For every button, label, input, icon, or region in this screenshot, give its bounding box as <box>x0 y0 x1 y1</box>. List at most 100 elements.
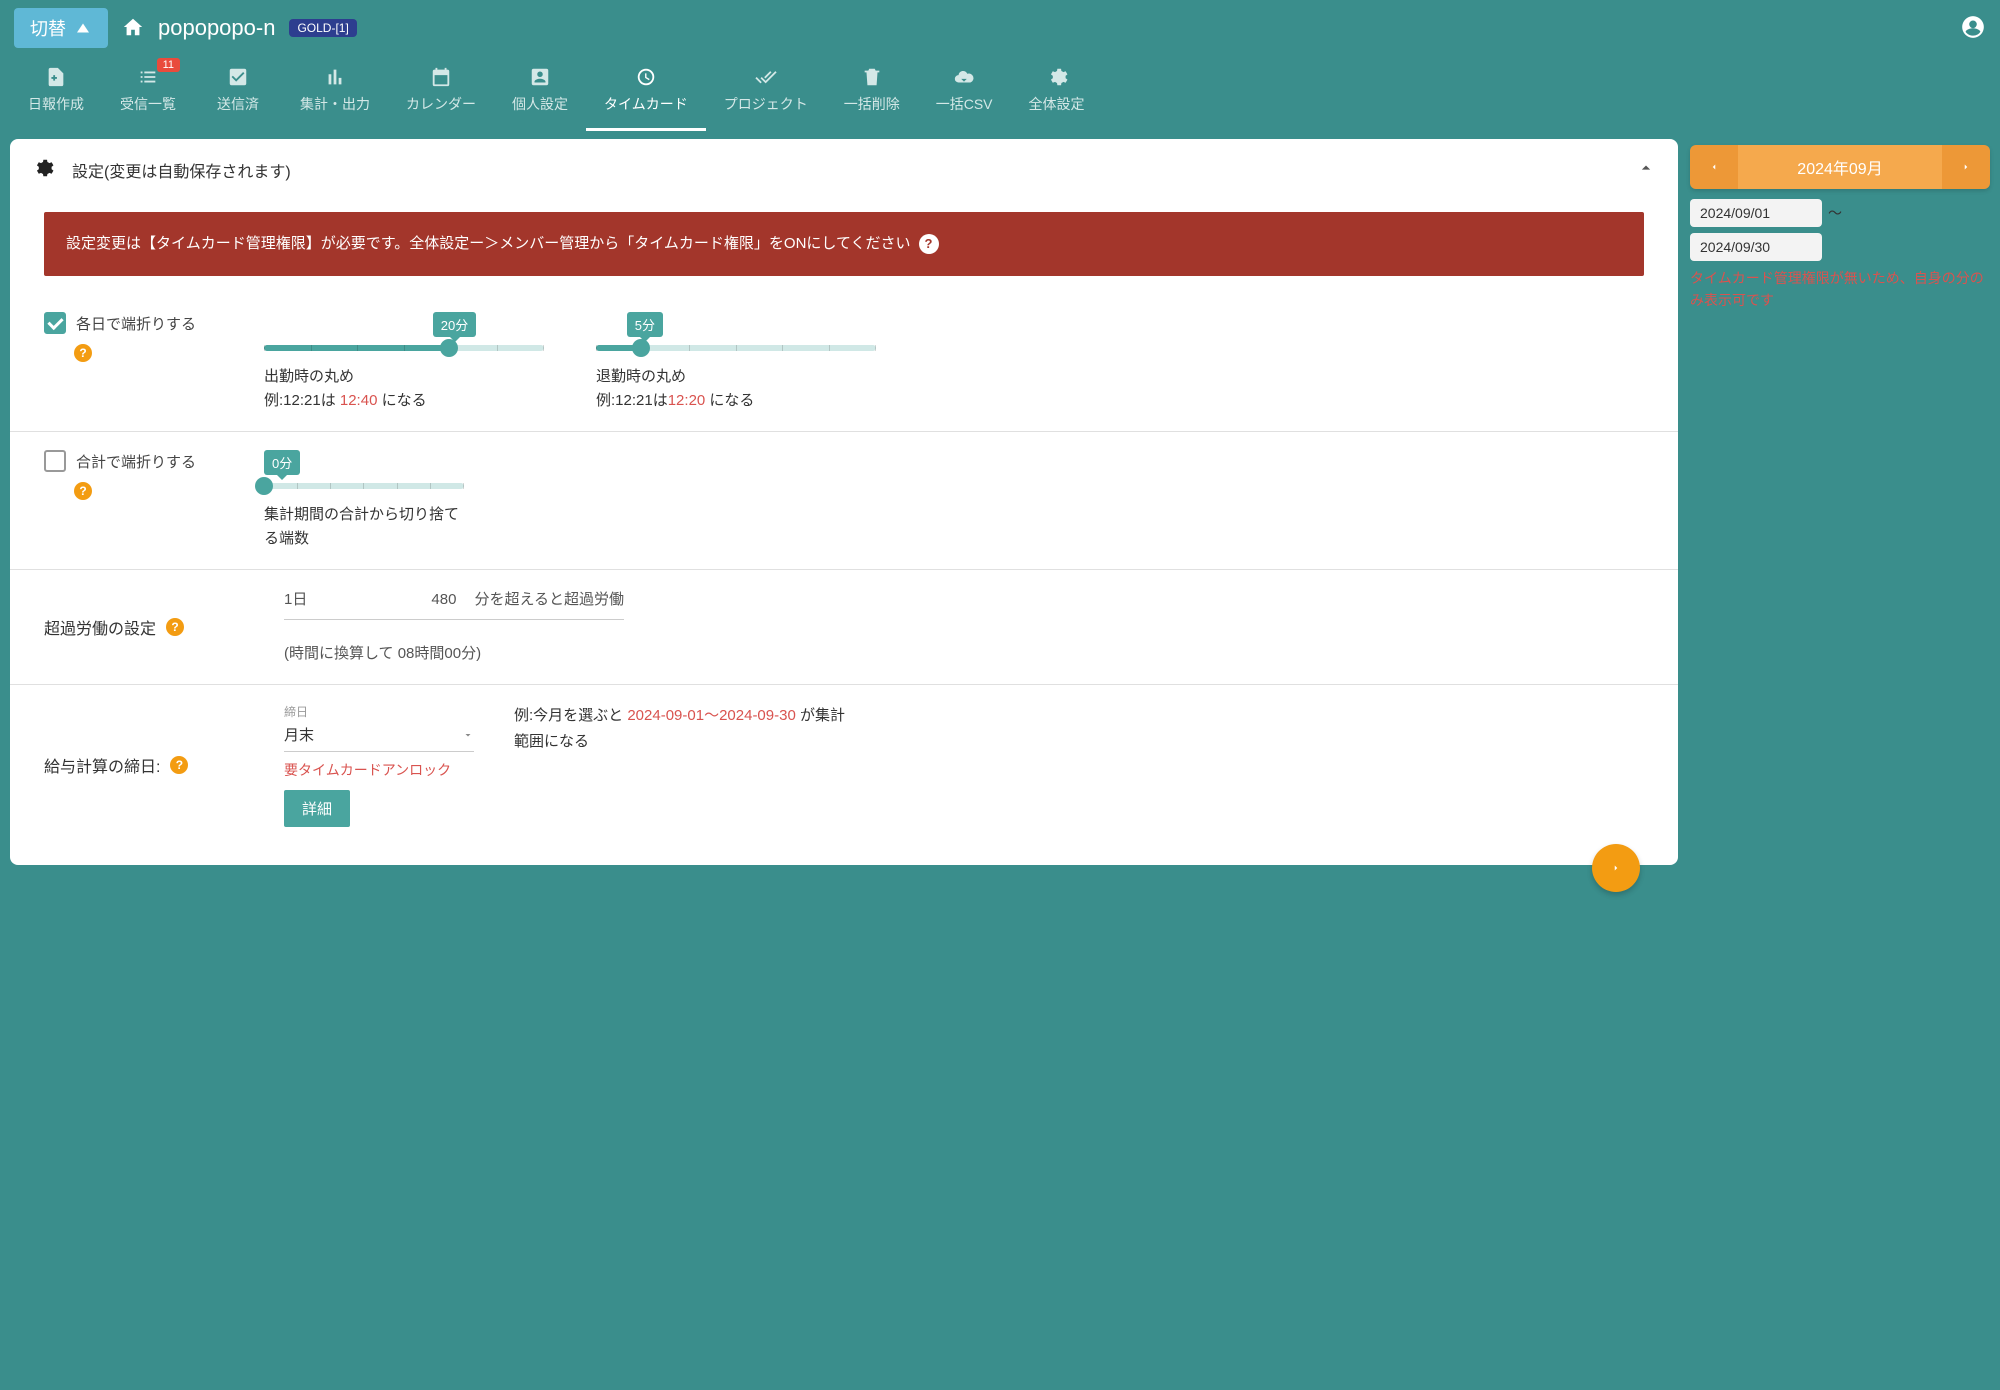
file-plus-icon <box>45 66 67 88</box>
gold-badge: GOLD-[1] <box>289 19 356 37</box>
overtime-unit[interactable]: 1日 <box>284 588 307 609</box>
cutoff-unlock-warning: 要タイムカードアンロック <box>284 760 474 780</box>
card-header: 設定(変更は自動保存されます) <box>10 139 1678 188</box>
slider-title: 退勤時の丸め <box>596 365 876 389</box>
list-icon <box>137 66 159 88</box>
trash-icon <box>861 66 883 88</box>
slider-clock-out: 5分 退勤時の丸め 例:12:21は12:20 になる <box>596 312 876 413</box>
cloud-download-icon <box>953 66 975 88</box>
calendar-icon <box>430 66 452 88</box>
checkbox-daily-round[interactable] <box>44 312 66 334</box>
month-next-button[interactable] <box>1942 145 1990 189</box>
permission-warning-banner: 設定変更は【タイムカード管理権限】が必要です。全体設定ー＞メンバー管理から「タイ… <box>44 212 1644 276</box>
nav-tab-inbox[interactable]: 11 受信一覧 <box>102 56 194 131</box>
cutoff-example: 例:今月を選ぶと 2024-09-01〜2024-09-30 が集計範囲になる <box>514 703 854 754</box>
checkbox-label: 各日で端折りする <box>76 313 196 334</box>
warning-text: 設定変更は【タイムカード管理権限】が必要です。全体設定ー＞メンバー管理から「タイ… <box>66 232 911 256</box>
switch-label: 切替 <box>30 15 66 41</box>
checkbox-label: 合計で端折りする <box>76 451 196 472</box>
overtime-note: (時間に換算して 08時間00分) <box>284 642 484 666</box>
overtime-input-line: 1日 480 分を超えると超過労働 <box>284 588 624 620</box>
chevron-left-icon <box>1709 162 1719 172</box>
slider-title: 集計期間の合計から切り捨てる端数 <box>264 503 464 551</box>
slider-thumb[interactable] <box>255 477 273 495</box>
nav-label: 一括CSV <box>936 94 993 114</box>
slider-track[interactable] <box>264 483 464 489</box>
slider-thumb[interactable] <box>632 339 650 357</box>
home-icon[interactable] <box>122 16 144 41</box>
nav-tab-aggregate[interactable]: 集計・出力 <box>282 56 388 131</box>
nav-label: カレンダー <box>406 94 476 114</box>
row-total-rounding: 合計で端折りする ? 0分 集計期間の合計から切り捨てる端数 <box>10 432 1678 570</box>
chevron-down-icon <box>462 729 474 741</box>
nav-tabs: 日報作成 11 受信一覧 送信済 集計・出力 カレンダー 個人設定 タイムカード… <box>0 56 2000 131</box>
overtime-suffix: 分を超えると超過労働 <box>474 588 624 609</box>
person-box-icon <box>529 66 551 88</box>
app-title: popopopo-n <box>158 15 275 41</box>
nav-tab-calendar[interactable]: カレンダー <box>388 56 494 131</box>
cutoff-select-value: 月末 <box>284 724 314 745</box>
slider-example: 例:12:21は 12:40 になる <box>264 389 544 413</box>
sidebar: 2024年09月 2024/09/01 〜 2024/09/30 タイムカード管… <box>1690 139 1990 312</box>
help-icon[interactable]: ? <box>74 482 92 500</box>
nav-label: 一括削除 <box>844 94 900 114</box>
nav-label: 受信一覧 <box>120 94 176 114</box>
nav-label: 集計・出力 <box>300 94 370 114</box>
gear-icon <box>32 157 54 182</box>
date-from-input[interactable]: 2024/09/01 <box>1690 199 1822 227</box>
row-overtime: 超過労働の設定 ? 1日 480 分を超えると超過労働 (時間に換算して 08時… <box>10 570 1678 685</box>
nav-tab-personal[interactable]: 個人設定 <box>494 56 586 131</box>
slider-clock-in: 20分 出勤時の丸め 例:12:21は 12:40 になる <box>264 312 544 413</box>
account-icon[interactable] <box>1960 14 1986 43</box>
help-icon[interactable]: ? <box>166 618 184 636</box>
date-to-input[interactable]: 2024/09/30 <box>1690 233 1822 261</box>
settings-card: 設定(変更は自動保存されます) 設定変更は【タイムカード管理権限】が必要です。全… <box>10 139 1678 865</box>
fab-button[interactable] <box>1592 844 1640 892</box>
slider-track[interactable] <box>264 345 544 351</box>
slider-track[interactable] <box>596 345 876 351</box>
chevron-right-icon <box>1961 162 1971 172</box>
top-bar: 切替 popopopo-n GOLD-[1] <box>0 0 2000 56</box>
triangle-up-icon <box>74 19 92 37</box>
checkbox-total-round[interactable] <box>44 450 66 472</box>
slider-total: 0分 集計期間の合計から切り捨てる端数 <box>264 450 464 551</box>
slider-thumb[interactable] <box>440 339 458 357</box>
nav-tab-global-settings[interactable]: 全体設定 <box>1011 56 1103 131</box>
nav-label: 送信済 <box>217 94 259 114</box>
nav-tab-timecard[interactable]: タイムカード <box>586 56 706 131</box>
nav-tab-project[interactable]: プロジェクト <box>706 56 826 131</box>
chevron-up-icon <box>1636 158 1656 178</box>
switch-button[interactable]: 切替 <box>14 8 108 48</box>
slider-example: 例:12:21は12:20 になる <box>596 389 876 413</box>
detail-button[interactable]: 詳細 <box>284 790 350 827</box>
row-cutoff: 給与計算の締日: ? 締日 月末 要タイムカードアンロック 詳細 例:今月を選ぶ… <box>10 685 1678 845</box>
collapse-button[interactable] <box>1636 158 1656 181</box>
sidebar-warning: タイムカード管理権限が無いため、自身の分のみ表示可です <box>1690 267 1990 312</box>
nav-label: プロジェクト <box>724 94 808 114</box>
overtime-value[interactable]: 480 <box>431 591 456 608</box>
slider-tooltip: 20分 <box>433 312 476 337</box>
timer-icon <box>635 66 657 88</box>
help-icon[interactable]: ? <box>170 756 188 774</box>
nav-tab-bulk-delete[interactable]: 一括削除 <box>826 56 918 131</box>
help-icon[interactable]: ? <box>74 344 92 362</box>
slider-tooltip: 0分 <box>264 450 300 475</box>
nav-tab-bulk-csv[interactable]: 一括CSV <box>918 56 1011 131</box>
month-picker: 2024年09月 <box>1690 145 1990 189</box>
nav-label: 日報作成 <box>28 94 84 114</box>
overtime-label: 超過労働の設定 <box>44 615 156 639</box>
nav-tab-sent[interactable]: 送信済 <box>194 56 282 131</box>
chevron-right-icon <box>1611 863 1621 873</box>
inbox-badge: 11 <box>157 58 180 72</box>
date-tilde: 〜 <box>1828 203 1842 223</box>
help-icon[interactable]: ? <box>919 234 939 254</box>
gear-icon <box>1046 66 1068 88</box>
nav-tab-nippou[interactable]: 日報作成 <box>10 56 102 131</box>
month-prev-button[interactable] <box>1690 145 1738 189</box>
cutoff-select[interactable]: 月末 <box>284 720 474 752</box>
bar-chart-icon <box>324 66 346 88</box>
cutoff-small-label: 締日 <box>284 703 474 720</box>
nav-label: 個人設定 <box>512 94 568 114</box>
nav-label: タイムカード <box>604 94 688 114</box>
check-all-icon <box>755 66 777 88</box>
